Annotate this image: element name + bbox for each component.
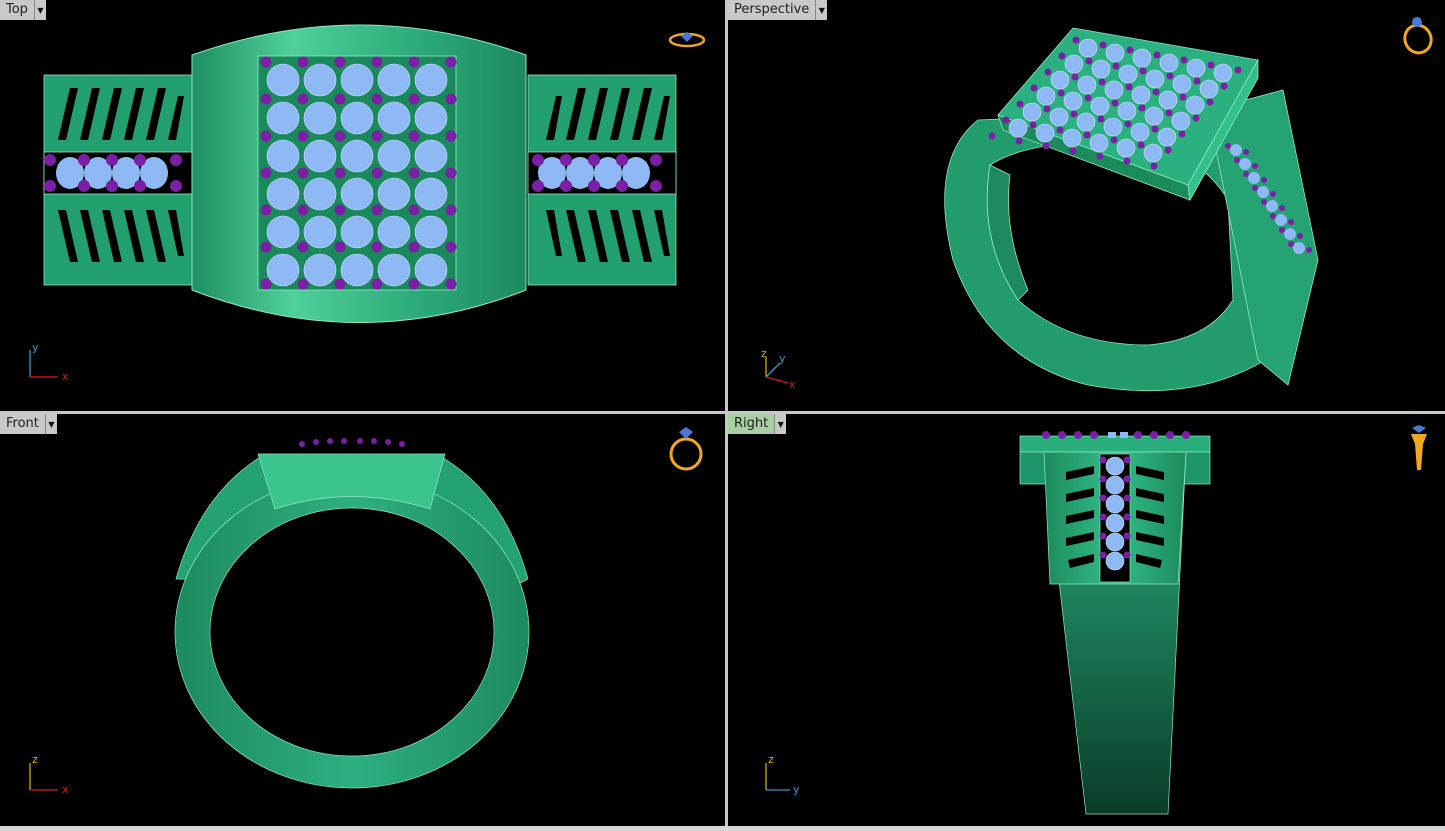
axis-indicator: z x [29,753,69,795]
axis-label-y: y [32,341,39,354]
axis-label-x: x [62,370,69,382]
ring-front-view [174,438,530,789]
dropdown-arrow-icon[interactable]: ▼ [816,0,828,20]
ring-front-icon[interactable] [666,424,706,474]
channel-stones-left [44,154,182,192]
status-bar [0,826,1445,831]
axis-label-x: x [789,378,796,390]
axis-label-y: y [779,352,786,365]
viewport-front[interactable]: Front ▼ z x [0,414,725,826]
viewport-perspective[interactable]: Perspective ▼ z y x [728,0,1445,411]
channel-stones-right [532,154,662,192]
axis-indicator: z y x [761,347,796,390]
axis-indicator: z y [765,753,800,795]
viewport-right[interactable]: Right ▼ z y [728,414,1445,826]
ring-side-view [1019,431,1211,815]
axis-indicator: y x [29,341,69,382]
viewport-label: Right [728,414,776,434]
ring-perspective-icon[interactable] [1400,14,1436,56]
viewport-top[interactable]: Top ▼ y x [0,0,725,411]
viewport-label: Front [0,414,46,434]
axis-label-z: z [32,753,38,766]
axis-label-x: x [62,783,69,795]
viewport-tab-perspective[interactable]: Perspective ▼ [728,0,828,20]
viewport-tab-front[interactable]: Front ▼ [0,414,57,434]
viewport-tab-top[interactable]: Top ▼ [0,0,46,20]
dropdown-arrow-icon[interactable]: ▼ [34,0,46,20]
dropdown-arrow-icon[interactable]: ▼ [775,414,787,434]
ring-top-icon[interactable] [668,29,706,51]
dropdown-arrow-icon[interactable]: ▼ [45,414,57,434]
axis-label-y: y [793,783,800,795]
axis-label-z: z [761,347,767,360]
ring-side-icon[interactable] [1406,424,1432,474]
ring-perspective-view [944,27,1319,392]
viewport-tab-right[interactable]: Right ▼ [728,414,787,434]
viewport-label: Perspective [728,0,817,20]
viewport-label: Top [0,0,35,20]
ring-top-view [43,24,677,323]
axis-label-z: z [768,753,774,766]
